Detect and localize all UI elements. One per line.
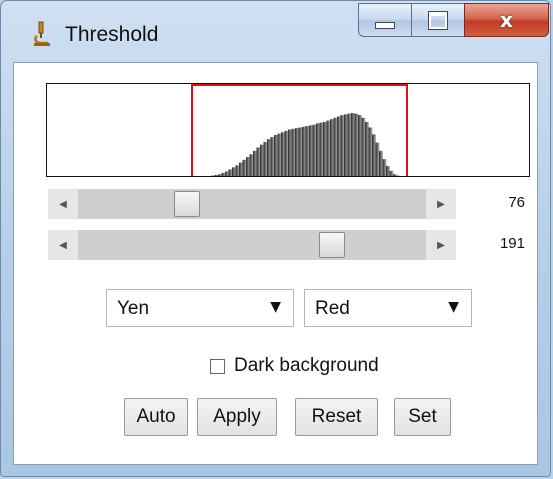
microscope-icon — [31, 19, 53, 47]
slider-track[interactable] — [78, 230, 426, 260]
dark-background-label: Dark background — [234, 355, 379, 376]
left-arrow-icon[interactable]: ◀ — [48, 189, 78, 219]
histogram-bar — [204, 176, 208, 177]
chevron-down-icon: ▼ — [448, 299, 459, 315]
apply-button[interactable]: Apply — [197, 398, 277, 436]
slider-thumb[interactable] — [174, 191, 200, 217]
lower-threshold-value: 76 — [508, 194, 525, 211]
reset-button[interactable]: Reset — [295, 398, 378, 436]
right-arrow-icon[interactable]: ▶ — [426, 189, 456, 219]
set-button[interactable]: Set — [394, 398, 451, 436]
maximize-button[interactable] — [411, 3, 465, 37]
threshold-panel: ◀ ▶ 76 ◀ ▶ 191 Yen ▼ Red ▼ Dark backgrou… — [13, 62, 538, 465]
histogram-plot — [46, 83, 530, 177]
display-dropdown-value: Red — [315, 298, 350, 319]
threshold-window: Threshold x ◀ ▶ 76 ◀ ▶ 191 Yen ▼ Red ▼ D… — [0, 0, 551, 477]
lower-threshold-slider[interactable]: ◀ ▶ — [48, 189, 456, 219]
slider-track[interactable] — [78, 189, 426, 219]
histogram-bar — [400, 176, 404, 177]
close-icon: x — [500, 8, 513, 32]
threshold-range-box — [191, 84, 408, 176]
minimize-icon — [359, 4, 411, 36]
window-title: Threshold — [65, 23, 159, 46]
right-arrow-icon[interactable]: ▶ — [426, 230, 456, 260]
auto-button[interactable]: Auto — [124, 398, 188, 436]
maximize-icon — [412, 4, 464, 36]
slider-thumb[interactable] — [319, 232, 345, 258]
upper-threshold-slider[interactable]: ◀ ▶ — [48, 230, 456, 260]
upper-threshold-value: 191 — [499, 235, 525, 252]
dark-background-checkbox[interactable] — [210, 359, 225, 374]
histogram-bar — [208, 176, 212, 177]
display-dropdown[interactable]: Red ▼ — [304, 289, 472, 327]
chevron-down-icon: ▼ — [270, 299, 281, 315]
method-dropdown-value: Yen — [117, 298, 150, 319]
close-button[interactable]: x — [464, 3, 549, 37]
method-dropdown[interactable]: Yen ▼ — [106, 289, 294, 327]
minimize-button[interactable] — [358, 3, 412, 37]
title-bar[interactable]: Threshold x — [1, 1, 550, 61]
left-arrow-icon[interactable]: ◀ — [48, 230, 78, 260]
